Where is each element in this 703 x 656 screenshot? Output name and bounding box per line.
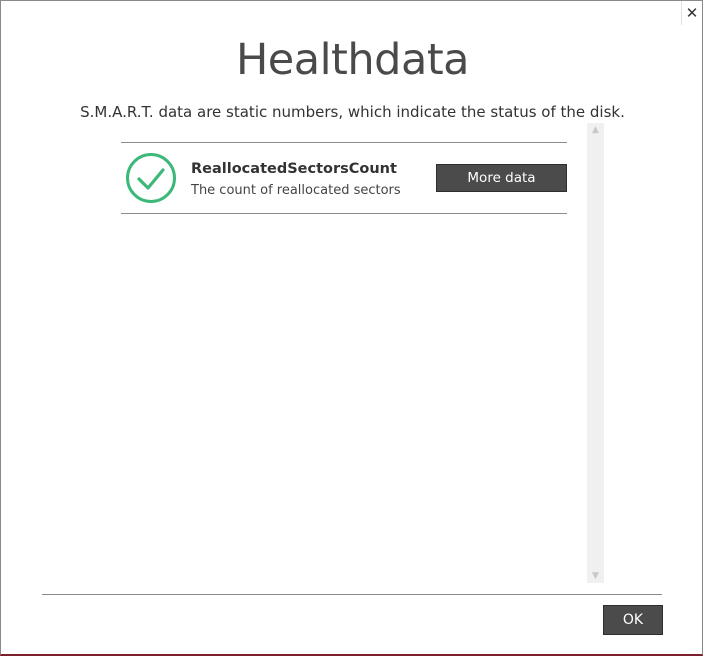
more-data-button[interactable]: More data [436,164,567,192]
page-title: Healthdata [235,35,470,85]
scroll-up-icon[interactable]: ▲ [587,123,604,137]
page-subtitle: S.M.A.R.T. data are static numbers, whic… [80,103,625,121]
close-button[interactable]: ✕ [681,1,702,25]
list-item: ReallocatedSectorsCount The count of rea… [121,142,567,214]
vertical-scrollbar[interactable]: ▲ ▼ [587,123,604,583]
attribute-name: ReallocatedSectorsCount [191,161,397,177]
scroll-down-icon[interactable]: ▼ [587,569,604,583]
attribute-description: The count of reallocated sectors [191,183,401,198]
ok-button[interactable]: OK [603,605,663,635]
dialog-window: ✕ Healthdata S.M.A.R.T. data are static … [0,0,703,656]
footer-divider [42,594,662,595]
close-icon: ✕ [685,4,699,22]
check-circle-icon [126,153,176,203]
attribute-list: ReallocatedSectorsCount The count of rea… [121,142,567,214]
